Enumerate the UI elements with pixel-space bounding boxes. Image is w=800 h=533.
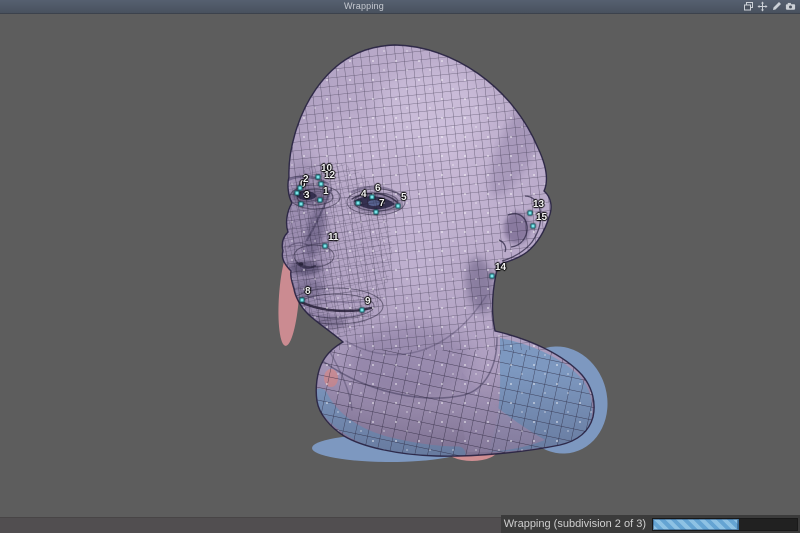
control-point-dot[interactable]	[360, 308, 365, 313]
control-point-label: 6	[375, 184, 381, 194]
control-point-label: 9	[365, 297, 371, 307]
wrap-application-window: 0123456789101112131415 Wrapping	[0, 0, 800, 533]
pan-icon[interactable]	[757, 1, 768, 12]
control-point-label: 7	[379, 199, 385, 209]
control-point-label: 13	[533, 200, 544, 210]
control-point-label: 2	[303, 175, 309, 185]
control-point-label: 11	[328, 233, 339, 243]
control-point-dot[interactable]	[300, 298, 305, 303]
viewport-3d[interactable]	[0, 0, 800, 533]
control-point-label: 3	[304, 191, 310, 201]
titlebar-icons	[743, 1, 796, 12]
control-point-dot[interactable]	[356, 201, 361, 206]
control-point-dot[interactable]	[374, 210, 379, 215]
control-point-label: 14	[495, 263, 506, 273]
edit-icon[interactable]	[771, 1, 782, 12]
control-point-label: 12	[324, 171, 335, 181]
float-window-icon[interactable]	[743, 1, 754, 12]
control-point-dot[interactable]	[318, 198, 323, 203]
control-point-dot[interactable]	[299, 202, 304, 207]
control-point-dot[interactable]	[323, 244, 328, 249]
control-point-label: 1	[323, 187, 329, 197]
control-point-dot[interactable]	[396, 204, 401, 209]
control-point-dot[interactable]	[319, 182, 324, 187]
control-point-label: 8	[305, 287, 311, 297]
head-model	[255, 35, 605, 465]
status-panel: Wrapping (subdivision 2 of 3)	[501, 515, 800, 533]
control-point-dot[interactable]	[316, 175, 321, 180]
control-point-label: 5	[401, 193, 407, 203]
control-point-dot[interactable]	[531, 224, 536, 229]
control-point-label: 4	[361, 190, 367, 200]
control-point-dot[interactable]	[298, 186, 303, 191]
progress-fill	[653, 519, 739, 530]
viewport-title: Wrapping	[0, 0, 728, 13]
control-point-dot[interactable]	[370, 195, 375, 200]
progress-bar	[652, 518, 798, 531]
viewport-titlebar[interactable]: Wrapping	[0, 0, 800, 14]
control-point-dot[interactable]	[528, 211, 533, 216]
control-point-dot[interactable]	[295, 191, 300, 196]
control-point-label: 15	[536, 213, 547, 223]
camera-icon[interactable]	[785, 1, 796, 12]
control-point-dot[interactable]	[490, 274, 495, 279]
status-label: Wrapping (subdivision 2 of 3)	[504, 518, 646, 530]
wireframe-mesh	[255, 35, 605, 465]
